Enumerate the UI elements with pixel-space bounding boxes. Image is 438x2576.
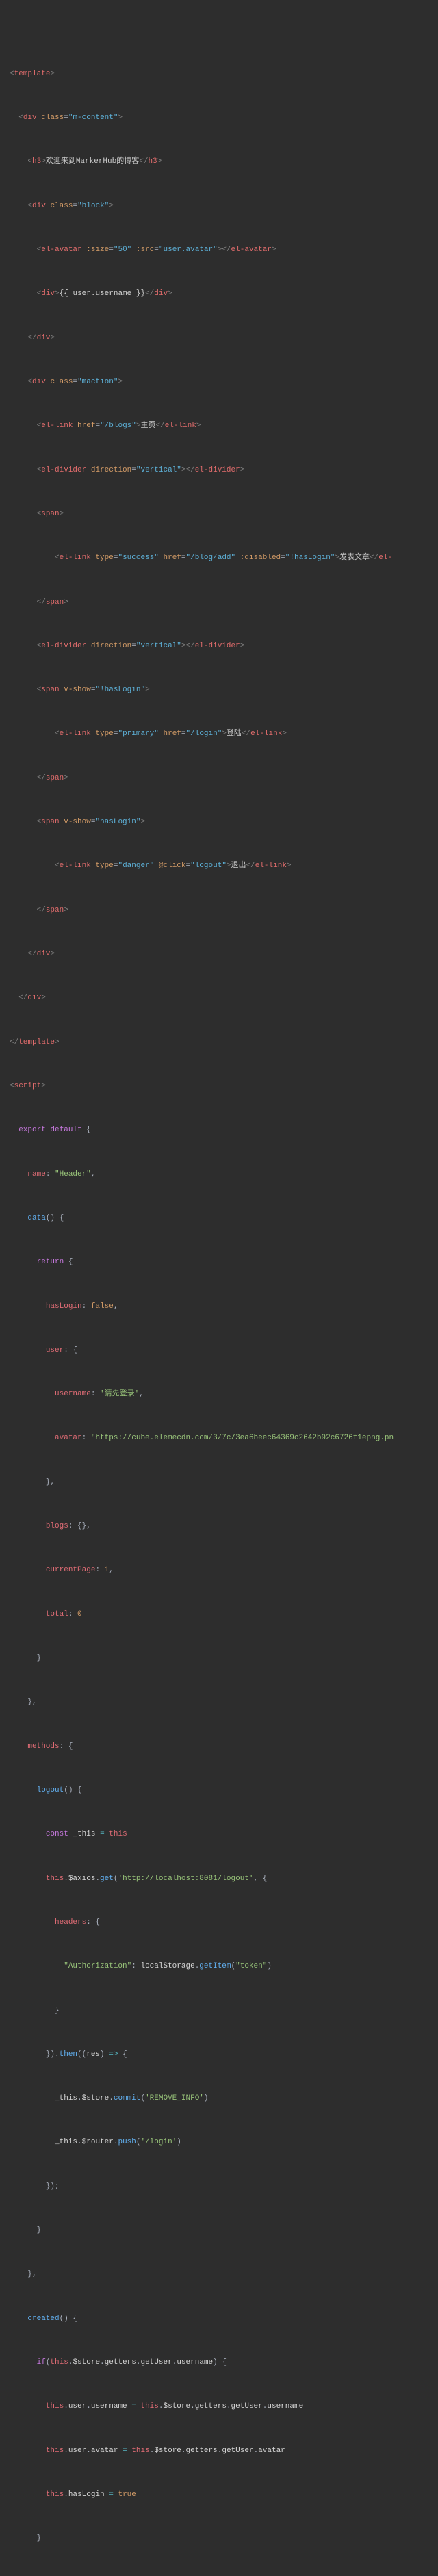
auth-key: "Authorization"	[64, 1962, 131, 1970]
code-line: },	[10, 1695, 428, 1710]
code-line: </div>	[10, 947, 428, 962]
code-line: <div class="block">	[10, 199, 428, 214]
code-line: <div>{{ user.username }}</div>	[10, 287, 428, 301]
code-line: methods: {	[10, 1740, 428, 1754]
code-editor[interactable]: <template> <div class="m-content"> <h3>欢…	[10, 67, 428, 2547]
code-line: data() {	[10, 1211, 428, 1226]
avatar-val: "https://cube.elemecdn.com/3/7c/3ea6beec…	[91, 1434, 394, 1442]
code-line: this.hasLogin = true	[10, 2488, 428, 2502]
code-line: this.$axios.get('http://localhost:8081/l…	[10, 1872, 428, 1886]
code-line: username: '请先登录',	[10, 1387, 428, 1402]
code-line: </span>	[10, 771, 428, 786]
haslogin-val: false	[91, 1302, 114, 1311]
code-line: <div class="maction">	[10, 375, 428, 389]
code-line: </div>	[10, 331, 428, 346]
code-line: logout() {	[10, 1783, 428, 1798]
code-line: },	[10, 2267, 428, 2282]
link-logout-text: 退出	[231, 862, 246, 870]
code-line: <el-link type="danger" @click="logout">退…	[10, 859, 428, 873]
code-line: <div class="m-content">	[10, 111, 428, 125]
code-line: <el-link type="success" href="/blog/add"…	[10, 551, 428, 565]
mustache: {{ user.username }}	[60, 289, 145, 298]
code-line: <el-link type="primary" href="/login">登陆…	[10, 727, 428, 741]
code-line: <span v-show="!hasLogin">	[10, 683, 428, 697]
code-line: }	[10, 2224, 428, 2238]
code-line: _this.$store.commit('REMOVE_INFO')	[10, 2091, 428, 2106]
link-add-text: 发表文章	[339, 554, 370, 562]
code-line: <el-link href="/blogs">主页</el-link>	[10, 419, 428, 433]
code-line: const _this = this	[10, 1827, 428, 1842]
code-line: blogs: {},	[10, 1519, 428, 1534]
link-home-text: 主页	[140, 422, 155, 430]
code-line: total: 0	[10, 1608, 428, 1622]
code-line: <h3>欢迎来到MarkerHub的博客</h3>	[10, 155, 428, 169]
code-line: headers: {	[10, 1916, 428, 1930]
code-line: hasLogin: false,	[10, 1300, 428, 1314]
code-line: <el-avatar :size="50" :src="user.avatar"…	[10, 243, 428, 257]
code-line: export default {	[10, 1123, 428, 1137]
code-line: "Authorization": localStorage.getItem("t…	[10, 1959, 428, 1974]
code-line: });	[10, 2180, 428, 2194]
h3-text: 欢迎来到MarkerHub的博客	[46, 157, 139, 166]
code-line: <span v-show="hasLogin">	[10, 815, 428, 829]
name-val: "Header"	[55, 1170, 91, 1178]
link-login-text: 登陆	[227, 730, 242, 738]
code-line: }).then((res) => {	[10, 2048, 428, 2062]
code-line: </div>	[10, 991, 428, 1005]
code-line: currentPage: 1,	[10, 1563, 428, 1577]
code-line: <span>	[10, 507, 428, 521]
code-line: </span>	[10, 595, 428, 610]
code-line: </template>	[10, 1035, 428, 1050]
code-line: this.user.username = this.$store.getters…	[10, 2399, 428, 2414]
code-line: </span>	[10, 903, 428, 918]
code-line: }	[10, 2004, 428, 2018]
code-line: }	[10, 1651, 428, 1666]
code-line: <el-divider direction="vertical"></el-di…	[10, 639, 428, 654]
code-line: name: "Header",	[10, 1168, 428, 1182]
code-line: <template>	[10, 67, 428, 81]
currentpage-val: 1	[105, 1566, 110, 1574]
code-line: return {	[10, 1255, 428, 1270]
code-line: this.user.avatar = this.$store.getters.g…	[10, 2444, 428, 2458]
code-line: }	[10, 2532, 428, 2546]
code-line: <el-divider direction="vertical"></el-di…	[10, 463, 428, 478]
code-line: avatar: "https://cube.elemecdn.com/3/7c/…	[10, 1431, 428, 1445]
code-line: created() {	[10, 2312, 428, 2326]
total-val: 0	[77, 1610, 82, 1619]
code-line: if(this.$store.getters.getUser.username)…	[10, 2356, 428, 2370]
code-line: <script>	[10, 1079, 428, 1094]
code-line: },	[10, 1476, 428, 1490]
code-line: user: {	[10, 1343, 428, 1358]
code-line: _this.$router.push('/login')	[10, 2135, 428, 2150]
username-val: '请先登录'	[100, 1390, 139, 1398]
